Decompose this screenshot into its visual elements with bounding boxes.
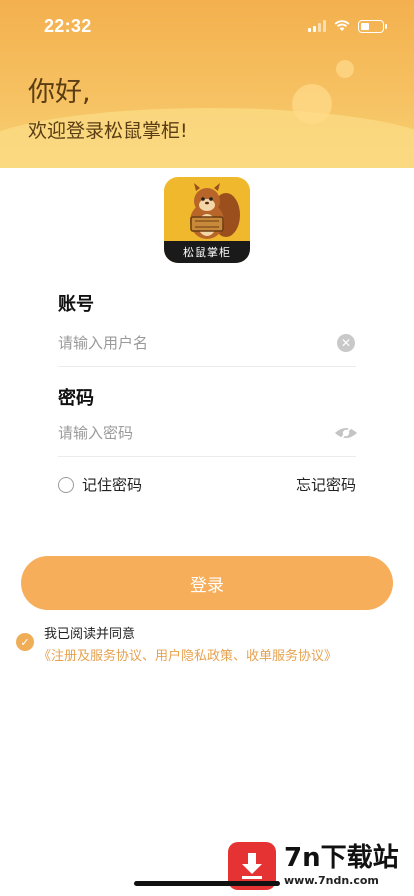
- eye-hidden-icon[interactable]: [334, 424, 358, 442]
- password-divider: [58, 456, 356, 457]
- signal-icon: [308, 20, 326, 32]
- agreement-links[interactable]: 《注册及服务协议、用户隐私政策、收单服务协议》: [38, 645, 337, 664]
- remember-password-toggle[interactable]: 记住密码: [58, 474, 142, 495]
- decor-bubble-small: [336, 60, 354, 78]
- welcome-subtitle: 欢迎登录松鼠掌柜!: [28, 120, 188, 142]
- account-label: 账号: [58, 294, 94, 315]
- battery-level: [361, 22, 369, 30]
- app-logo: 松鼠掌柜: [164, 177, 250, 263]
- header-banner: 22:32 你好, 欢迎登录松鼠掌柜!: [0, 0, 414, 168]
- decor-bubble-large: [292, 84, 332, 124]
- password-label: 密码: [58, 388, 94, 409]
- remember-radio[interactable]: [58, 476, 74, 493]
- password-input[interactable]: [58, 411, 356, 455]
- status-time: 22:32: [44, 15, 92, 36]
- remember-label: 记住密码: [82, 476, 143, 494]
- account-divider: [58, 366, 356, 367]
- wifi-icon: [334, 20, 350, 31]
- logo-text: 松鼠掌柜: [183, 246, 231, 259]
- status-icons: [308, 19, 387, 33]
- account-input[interactable]: [58, 321, 356, 365]
- login-button[interactable]: 登录: [21, 556, 393, 610]
- agreement-text: 我已阅读并同意: [44, 627, 136, 642]
- status-bar: 22:32: [0, 0, 414, 52]
- home-indicator[interactable]: [134, 881, 280, 886]
- watermark-url: www.7ndn.com: [284, 874, 379, 887]
- forgot-password-link[interactable]: 忘记密码: [296, 474, 356, 495]
- watermark: 7n下载站 www.7ndn.com: [228, 836, 414, 896]
- greeting-title: 你好,: [28, 77, 91, 108]
- agreement-checkbox[interactable]: ✓: [16, 633, 34, 651]
- watermark-title: 7n下载站: [284, 843, 399, 873]
- clear-icon[interactable]: ✕: [337, 334, 355, 352]
- squirrel-icon: [190, 183, 240, 239]
- battery-icon: [358, 19, 387, 33]
